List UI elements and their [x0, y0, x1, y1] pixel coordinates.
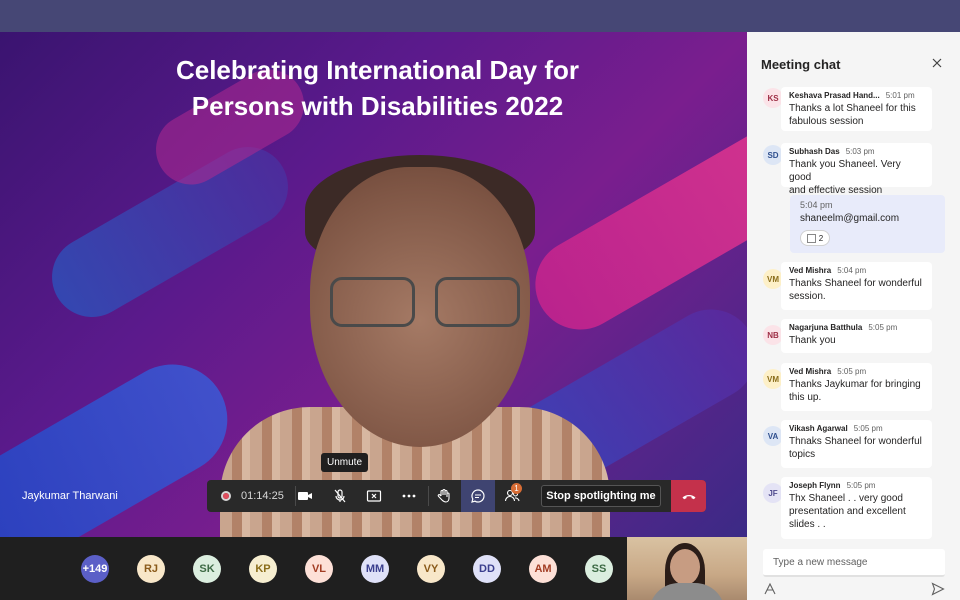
sender-name: Keshava Prasad Hand...	[789, 91, 880, 100]
recording-indicator[interactable]: 01:14:25	[213, 480, 293, 512]
raise-hand-icon	[437, 488, 450, 503]
reaction-pill[interactable]: 2	[800, 230, 830, 246]
reaction-icon	[806, 233, 816, 243]
chat-header: Meeting chat	[747, 32, 960, 80]
slide-title-line: Persons with Disabilities 2022	[191, 91, 564, 121]
participant-avatar[interactable]: AM	[529, 555, 557, 583]
sender-avatar: SD	[763, 145, 783, 165]
participant-avatar[interactable]: SS	[585, 555, 613, 583]
stop-spotlight-button[interactable]: Stop spotlighting me	[541, 485, 661, 507]
chat-icon	[471, 489, 485, 503]
participants-badge: 1	[511, 483, 522, 494]
self-video-preview[interactable]	[627, 537, 747, 600]
participants-button[interactable]: 1	[495, 480, 529, 512]
phone-hangup-icon	[682, 494, 695, 500]
participant-avatar[interactable]: KP	[249, 555, 277, 583]
sender-avatar: NB	[763, 325, 783, 345]
message-text: Thanks Jaykumar for bringing this up.	[789, 379, 921, 403]
speaker-name: Jaykumar Tharwani	[22, 490, 118, 502]
message-text: Thank you	[789, 335, 836, 346]
message-text: Thank you Shaneel. Very good and effectiv…	[789, 159, 901, 196]
title-bar	[0, 0, 960, 32]
message-time: 5:05 pm	[868, 323, 898, 332]
message-compose-input[interactable]: Type a new message	[763, 549, 945, 577]
share-screen-stop-icon	[366, 490, 382, 502]
participant-avatar[interactable]: SK	[193, 555, 221, 583]
speaker-video	[220, 147, 610, 537]
message-time: 5:03 pm	[845, 147, 875, 156]
mic-button[interactable]	[323, 480, 357, 512]
message-time: 5:05 pm	[853, 424, 883, 433]
message-time: 5:01 pm	[885, 91, 915, 100]
sender-name: Subhash Das	[789, 147, 840, 156]
record-icon	[221, 491, 231, 501]
mic-muted-icon	[334, 489, 346, 503]
own-chat-message: 5:04 pm shaneelm@gmail.com 2	[790, 195, 945, 253]
sender-name: Joseph Flynn	[789, 481, 841, 490]
format-icon[interactable]	[763, 582, 777, 596]
meeting-chat-panel: Meeting chat KS Keshava Prasad Hand... 5:…	[747, 32, 960, 600]
sender-name: Vikash Agarwal	[789, 424, 848, 433]
recording-timer: 01:14:25	[241, 490, 284, 502]
message-text: Thanks Shaneel for wonderful session.	[789, 278, 922, 302]
participant-avatar[interactable]: MM	[361, 555, 389, 583]
send-icon[interactable]	[931, 582, 945, 596]
message-time: 5:04 pm	[800, 200, 833, 210]
camera-button[interactable]	[288, 480, 322, 512]
message-time: 5:05 pm	[846, 481, 876, 490]
video-stage: Celebrating International Day for Person…	[0, 32, 747, 537]
sender-avatar: VM	[763, 269, 783, 289]
sender-name: Ved Mishra	[789, 367, 832, 376]
raise-hand-button[interactable]	[427, 480, 461, 512]
hang-up-button[interactable]	[671, 480, 706, 512]
more-actions-button[interactable]	[392, 480, 426, 512]
sender-avatar: JF	[763, 483, 783, 503]
sender-avatar: VA	[763, 426, 783, 446]
sender-name: Nagarjuna Batthula	[789, 323, 863, 332]
sender-avatar: VM	[763, 369, 783, 389]
share-screen-button[interactable]	[357, 480, 391, 512]
sender-name: Ved Mishra	[789, 266, 832, 275]
unmute-tooltip: Unmute	[321, 453, 369, 472]
chat-button[interactable]	[461, 480, 495, 512]
more-dots-icon	[402, 494, 416, 498]
message-time: 5:05 pm	[837, 367, 867, 376]
slide-title-line: Celebrating International Day for	[175, 55, 580, 85]
participant-avatar[interactable]: VY	[417, 555, 445, 583]
participant-avatar[interactable]: RJ	[137, 555, 165, 583]
sender-avatar: KS	[763, 88, 783, 108]
message-text: Thnaks Shaneel for wonderful topics	[789, 436, 922, 460]
close-icon[interactable]	[930, 56, 944, 70]
message-text: shaneelm@gmail.com	[800, 213, 900, 224]
message-text: Thanks a lot Shaneel for this fabulous se…	[789, 103, 916, 127]
message-time: 5:04 pm	[837, 266, 867, 275]
participant-strip: +149 RJ SK KP VL MM VY DD AM SS	[0, 537, 627, 600]
video-camera-icon	[298, 492, 312, 500]
message-text: Thx Shaneel . . very good presentation an…	[789, 493, 906, 530]
slide-title: Celebrating International Day for Person…	[0, 52, 747, 124]
more-participants-button[interactable]: +149	[81, 555, 109, 583]
call-controls: 01:14:25 1 Stop spotlighting me	[207, 480, 706, 512]
participant-avatar[interactable]: DD	[473, 555, 501, 583]
participant-avatar[interactable]: VL	[305, 555, 333, 583]
chat-title: Meeting chat	[761, 57, 841, 72]
